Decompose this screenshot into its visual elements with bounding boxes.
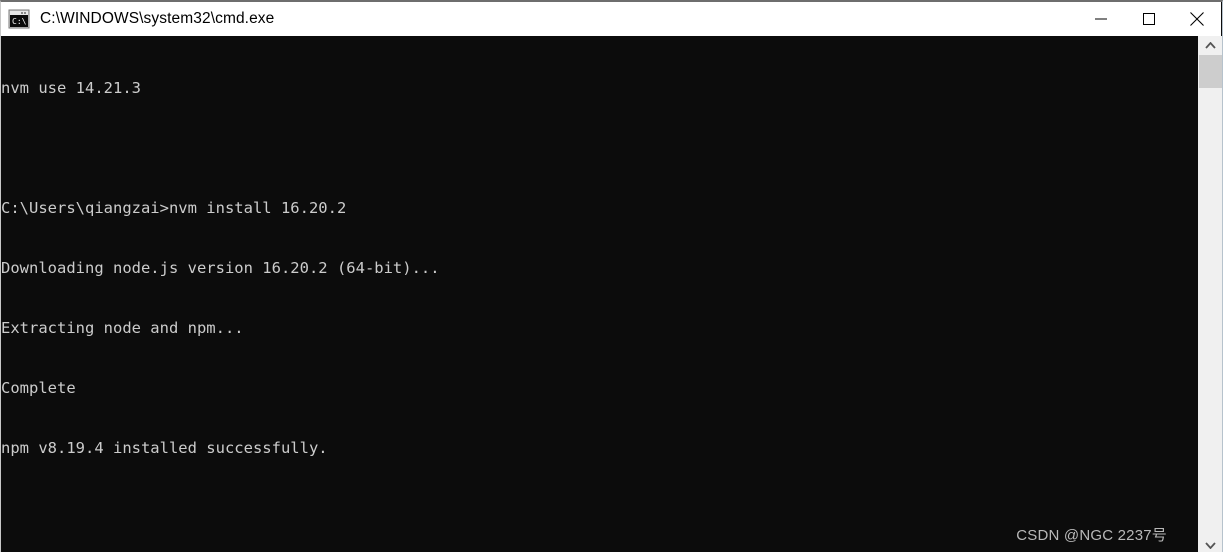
terminal-line: Complete: [1, 379, 76, 397]
terminal-line: nvm use 14.21.3: [1, 79, 141, 97]
window-controls: [1077, 2, 1221, 36]
chevron-up-icon[interactable]: [1198, 36, 1222, 54]
chevron-down-icon[interactable]: [1198, 536, 1222, 552]
csdn-watermark: CSDN @NGC 2237号: [1016, 527, 1167, 544]
vertical-scrollbar[interactable]: [1197, 36, 1222, 552]
scrollbar-thumb[interactable]: [1199, 55, 1222, 88]
terminal-lines: nvm use 14.21.3 C:\Users\qiangzai>nvm in…: [1, 38, 561, 552]
title-bar[interactable]: C:\ C:\WINDOWS\system32\cmd.exe: [1, 2, 1221, 36]
minimize-button[interactable]: [1077, 2, 1125, 36]
terminal-output-area[interactable]: nvm use 14.21.3 C:\Users\qiangzai>nvm in…: [1, 36, 1197, 552]
terminal-line: C:\Users\qiangzai>nvm install 16.20.2: [1, 199, 347, 217]
cmd-window: C:\ C:\WINDOWS\system32\cmd.exe nvm use …: [0, 0, 1223, 552]
svg-text:C:\: C:\: [12, 17, 27, 26]
close-button[interactable]: [1173, 2, 1221, 36]
terminal-line: Extracting node and npm...: [1, 319, 244, 337]
window-title: C:\WINDOWS\system32\cmd.exe: [40, 10, 275, 27]
cmd-console-icon: C:\: [8, 9, 30, 29]
maximize-button[interactable]: [1125, 2, 1173, 36]
terminal-line: Downloading node.js version 16.20.2 (64-…: [1, 259, 440, 277]
terminal-line: npm v8.19.4 installed successfully.: [1, 439, 328, 457]
